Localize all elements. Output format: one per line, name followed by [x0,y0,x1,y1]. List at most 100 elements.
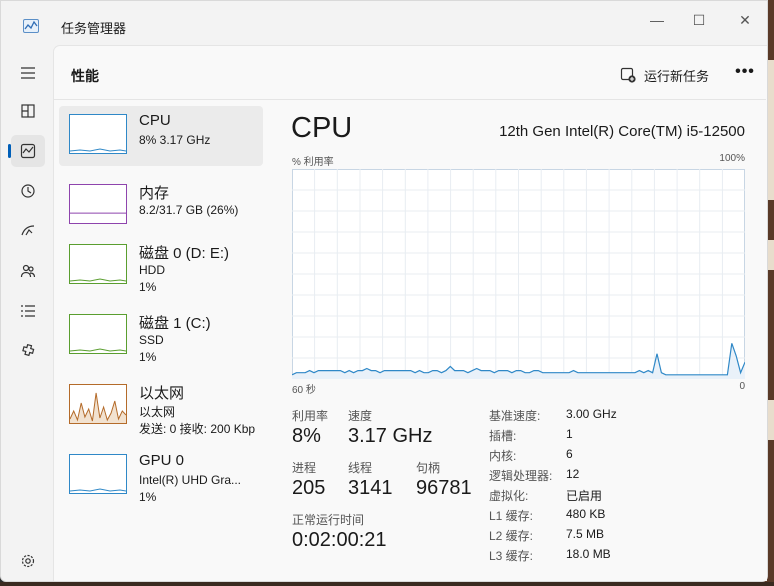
sparkline-line [70,348,126,352]
detail-value: 480 KB [566,507,606,521]
resource-detail: SSD [139,333,164,347]
startup-apps-icon [21,225,35,236]
sparkline-line [70,488,126,492]
detail-value: 1 [566,427,573,441]
services-icon [22,343,35,357]
detail-key: 基准速度: [489,409,541,423]
resource-item[interactable]: 内存 8.2/31.7 GB (26%) [59,176,263,236]
maximize-icon: ☐ [692,11,706,28]
run-new-task-button[interactable]: 运行新任务 [620,64,709,86]
nav-performance[interactable] [8,135,45,167]
handles-value: 96781 [416,477,472,499]
graph-x-right-label: 0 [739,381,745,392]
nav-app-history[interactable] [11,175,45,207]
minimize-button[interactable]: — [635,5,679,35]
resource-detail: 1% [139,280,157,294]
active-indicator [8,144,11,158]
resource-detail: 8% 3.17 GHz [139,133,211,147]
sparkline-line [70,148,126,152]
resource-thumbnail-graph [69,114,127,154]
resource-detail: 1% [139,490,157,504]
thumbnail-sparkline [70,348,126,352]
resource-item[interactable]: CPU 8% 3.17 GHz [59,106,263,166]
thumbnail-sparkline [70,278,126,282]
detail-key: L1 缓存: [489,509,534,523]
detail-key: 逻辑处理器: [489,469,553,483]
utilization-value: 8% [292,425,321,447]
details-icon [21,305,35,317]
hamburger-menu-icon [21,67,35,79]
nav-details[interactable] [11,295,45,327]
resource-name: 内存 [139,185,170,202]
header-divider [54,99,766,100]
cpu-heading: CPU [291,112,353,144]
close-button[interactable]: ✕ [723,5,767,35]
resource-thumbnail-graph [69,244,127,284]
detail-key: 虚拟化: [489,489,529,503]
nav-services[interactable] [11,335,45,367]
resource-detail: Intel(R) UHD Gra... [139,473,242,487]
users-icon [20,264,36,278]
detail-key: L3 缓存: [489,549,534,563]
resource-name: 以太网 [139,385,185,402]
processes-value: 205 [292,477,326,499]
threads-value: 3141 [348,477,393,499]
main-content: 性能 运行新任务 ••• CPU 8% 3.17 GHz 内存 8.2/31.7 GB… [53,45,767,581]
nav-processes[interactable] [11,95,45,127]
detail-value: 3.00 GHz [566,407,617,421]
minimize-icon: — [650,12,664,28]
resource-item[interactable]: GPU 0 Intel(R) UHD Gra... 1% [59,446,263,506]
resource-name: CPU [139,112,171,129]
nav-settings[interactable] [11,545,45,577]
resource-name: GPU 0 [139,452,185,469]
resource-thumbnail-graph [69,184,127,224]
thumbnail-sparkline [70,488,126,492]
resource-detail: HDD [139,263,165,277]
performance-icon [20,143,36,159]
app-history-icon [21,184,35,198]
processes-label: 进程 [292,461,317,475]
resource-item[interactable]: 以太网 以太网 发送: 0 接收: 200 Kbp [59,376,263,436]
resource-detail: 1% [139,350,157,364]
cpu-usage-graph [292,169,745,379]
hamburger-menu-button[interactable] [11,57,45,89]
maximize-button[interactable]: ☐ [677,5,721,35]
sparkline-line [70,278,126,282]
speed-label: 速度 [348,409,373,423]
page-title: 性能 [71,68,99,84]
resource-name: 磁盘 1 (C:) [139,315,211,332]
title-bar[interactable]: 任务管理器 — ☐ ✕ [1,1,767,45]
detail-key: 内核: [489,449,517,463]
run-task-icon [620,67,636,83]
detail-key: L2 缓存: [489,529,534,543]
processes-icon [21,104,35,118]
thumbnail-sparkline [70,148,126,152]
nav-startup-apps[interactable] [11,215,45,247]
resource-name: 磁盘 0 (D: E:) [139,245,230,262]
nav-users[interactable] [11,255,45,287]
threads-label: 线程 [348,461,373,475]
task-manager-window: 任务管理器 — ☐ ✕ 性能 运行新任务 ••• CPU 8% 3.17 GHz… [0,0,768,582]
cpu-model-name: 12th Gen Intel(R) Core(TM) i5-12500 [499,123,745,140]
resource-detail: 8.2/31.7 GB (26%) [139,203,239,217]
settings-icon [21,554,35,568]
resource-thumbnail-graph [69,454,127,494]
more-options-button[interactable]: ••• [732,62,758,86]
resource-item[interactable]: 磁盘 1 (C:) SSD 1% [59,306,263,366]
detail-value: 12 [566,467,580,481]
window-title: 任务管理器 [61,21,127,36]
uptime-value: 0:02:00:21 [292,529,387,551]
speed-value: 3.17 GHz [348,425,433,447]
run-task-label: 运行新任务 [644,68,710,84]
detail-value: 7.5 MB [566,527,605,541]
background-bottom-edge [0,582,774,586]
utilization-label: 利用率 [292,409,329,423]
detail-value: 6 [566,447,573,461]
thumbnail-sparkline [70,392,126,423]
detail-value: 18.0 MB [566,547,611,561]
chart-app-icon [23,19,39,33]
detail-key: 插槽: [489,429,517,443]
resource-detail: 以太网 [139,405,176,419]
resource-item[interactable]: 磁盘 0 (D: E:) HDD 1% [59,236,263,296]
resource-detail: 发送: 0 接收: 200 Kbp [139,422,256,436]
